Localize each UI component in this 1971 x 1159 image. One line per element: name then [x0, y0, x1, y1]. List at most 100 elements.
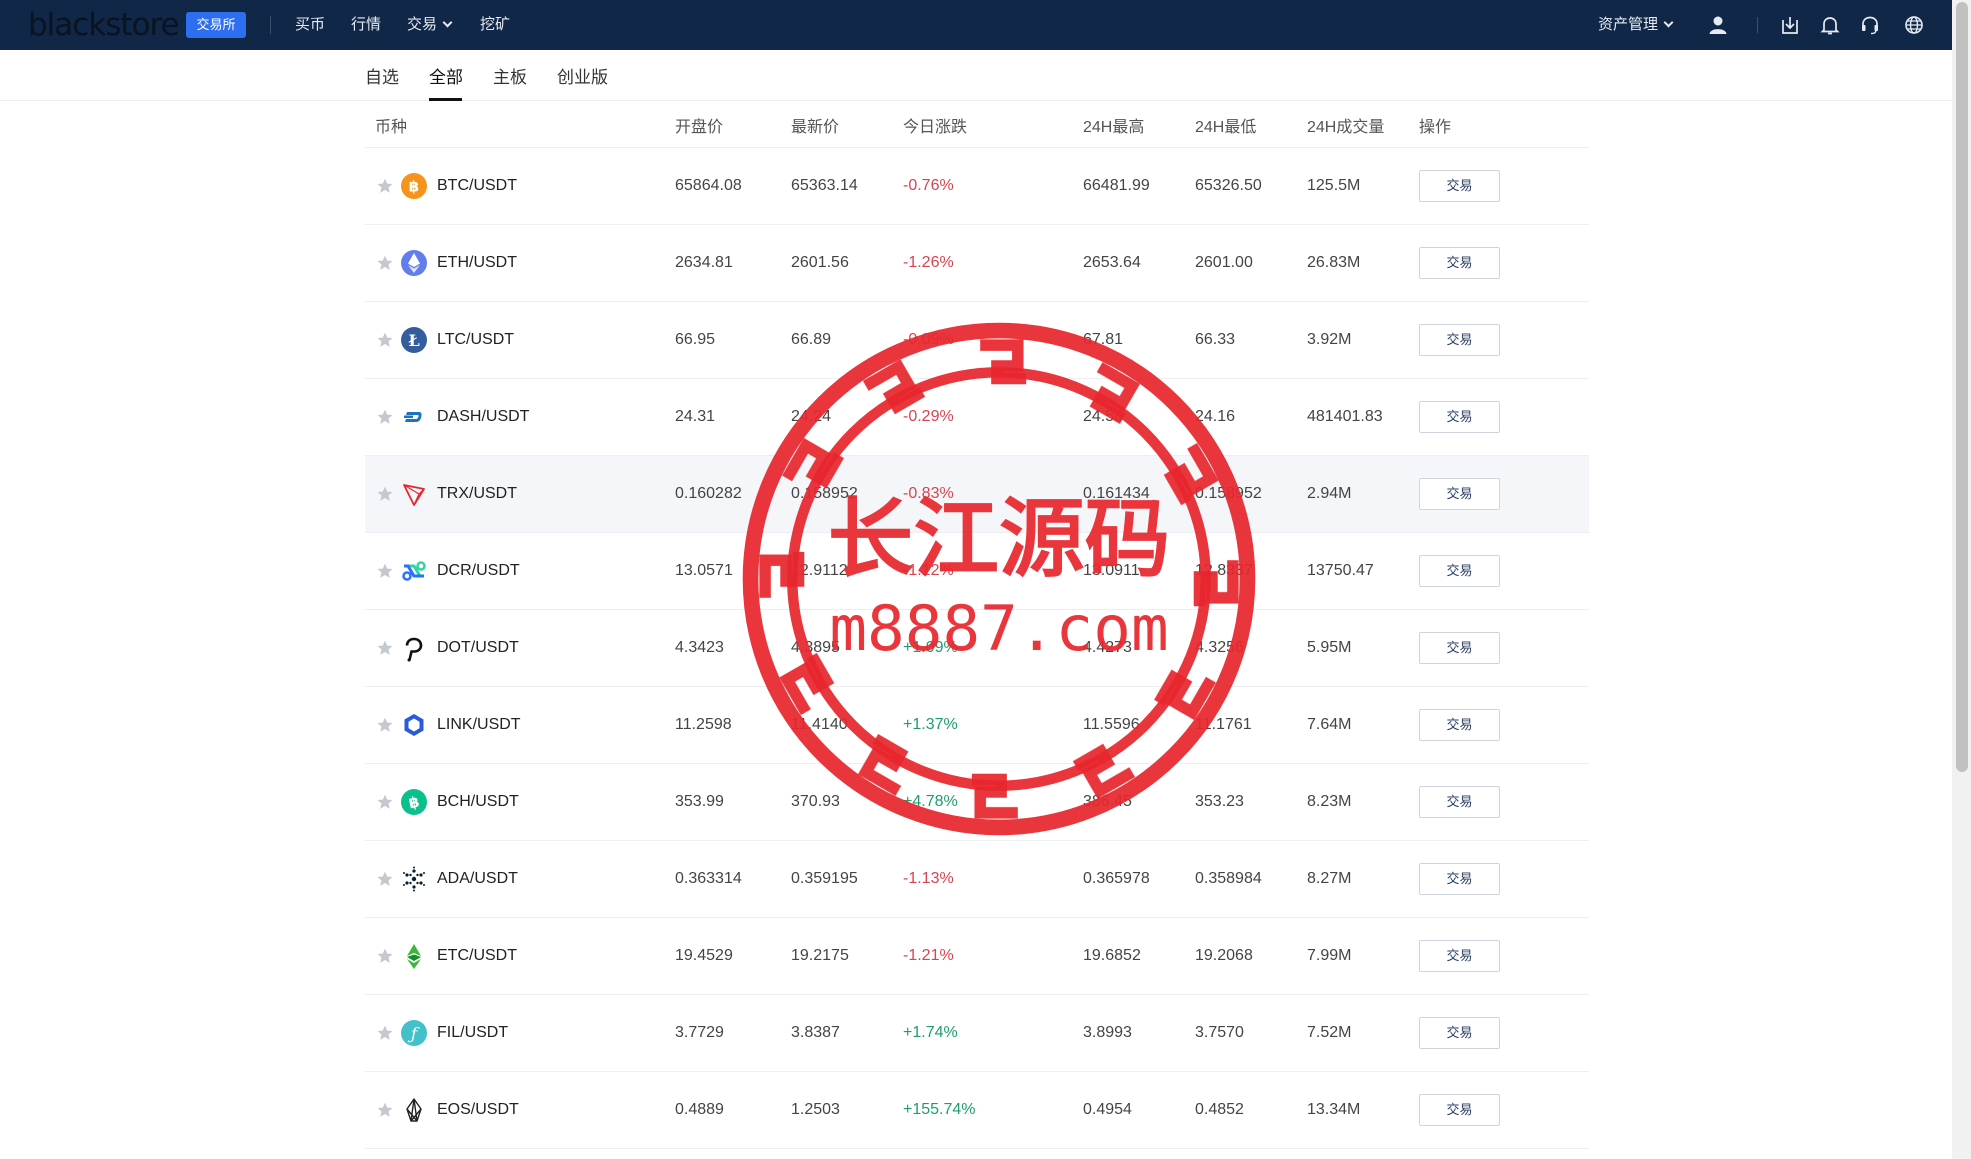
nav-item-mining[interactable]: 挖矿: [480, 0, 510, 50]
trade-button[interactable]: 交易: [1419, 401, 1500, 433]
star-icon[interactable]: [376, 1101, 394, 1119]
cell-pair[interactable]: FIL/USDT: [437, 995, 508, 1071]
star-icon[interactable]: [376, 177, 394, 195]
cell-pair[interactable]: EOS/USDT: [437, 1072, 519, 1148]
headset-icon[interactable]: [1859, 14, 1881, 36]
table-row[interactable]: Ł LTC/USDT 66.95 66.89 -0.09% 67.81 66.33 3.92M…: [365, 302, 1589, 379]
ltc-icon: Ł: [401, 327, 427, 353]
table-row[interactable]: ฿ BCH/USDT 353.99 370.93 +4.78% 386.45 353.23 8…: [365, 764, 1589, 841]
logo[interactable]: blackstore: [28, 7, 180, 43]
table-row[interactable]: ADA/USDT 0.363314 0.359195 -1.13% 0.365978 0.…: [365, 841, 1589, 918]
cell-pair[interactable]: LTC/USDT: [437, 302, 514, 378]
link-icon: [404, 714, 424, 736]
trade-button[interactable]: 交易: [1419, 324, 1500, 356]
cell-open-price: 66.95: [675, 331, 716, 348]
trade-button[interactable]: 交易: [1419, 478, 1500, 510]
star-icon[interactable]: [376, 331, 394, 349]
cell-pair[interactable]: TRX/USDT: [437, 456, 517, 532]
cell-change: -1.26%: [903, 254, 954, 271]
cell-last-price: 1.2503: [791, 1101, 840, 1118]
cell-24h-volume: 5.95M: [1307, 639, 1352, 656]
tab-all[interactable]: 全部: [429, 63, 463, 88]
cell-pair[interactable]: DOT/USDT: [437, 610, 519, 686]
download-icon[interactable]: [1779, 14, 1801, 36]
market-subtabs: 自选 全部 主板 创业版: [0, 50, 1952, 101]
cell-last-price: 0.359195: [791, 870, 858, 887]
nav-item-label: 买币: [295, 16, 326, 33]
table-row[interactable]: ƒ FIL/USDT 3.7729 3.8387 +1.74% 3.8993 3.7570 7…: [365, 995, 1589, 1072]
nav-item-markets[interactable]: 行情: [351, 0, 381, 50]
nav-item-label: 行情: [351, 16, 382, 33]
globe-icon[interactable]: [1903, 14, 1925, 36]
cell-pair[interactable]: BCH/USDT: [437, 764, 519, 840]
trade-button[interactable]: 交易: [1419, 1017, 1500, 1049]
star-icon[interactable]: [376, 485, 394, 503]
cell-change: +4.78%: [903, 793, 958, 810]
star-icon[interactable]: [376, 639, 394, 657]
tab-growth-board[interactable]: 创业版: [557, 63, 608, 88]
trade-button[interactable]: 交易: [1419, 247, 1500, 279]
cell-24h-low: 3.7570: [1195, 1024, 1244, 1041]
cell-pair[interactable]: DCR/USDT: [437, 533, 520, 609]
tab-favorites[interactable]: 自选: [365, 63, 399, 88]
table-row[interactable]: ETC/USDT 19.4529 19.2175 -1.21% 19.6852 19.20…: [365, 918, 1589, 995]
bell-icon[interactable]: [1819, 14, 1841, 36]
cell-change: -0.29%: [903, 408, 954, 425]
star-icon[interactable]: [376, 562, 394, 580]
trade-button[interactable]: 交易: [1419, 940, 1500, 972]
column-header-low: 24H最低: [1195, 119, 1257, 136]
cell-24h-low: 24.16: [1195, 408, 1236, 425]
cell-pair[interactable]: LINK/USDT: [437, 687, 521, 763]
trade-button[interactable]: 交易: [1419, 1094, 1500, 1126]
cell-24h-volume: 13.34M: [1307, 1101, 1361, 1118]
table-row[interactable]: ETH/USDT 2634.81 2601.56 -1.26% 2653.64 2601.…: [365, 225, 1589, 302]
chevron-down-icon: [1663, 17, 1674, 28]
table-row[interactable]: LINK/USDT 11.2598 11.4140 +1.37% 11.5596 11.1…: [365, 687, 1589, 764]
table-row[interactable]: TRX/USDT 0.160282 0.158952 -0.83% 0.161434 0.…: [365, 456, 1589, 533]
table-header: 币种 开盘价 最新价 今日涨跌 24H最高 24H最低 24H成交量 操作: [365, 101, 1589, 148]
star-icon[interactable]: [376, 1024, 394, 1042]
asset-management-menu[interactable]: 资产管理: [1598, 0, 1674, 50]
cell-last-price: 65363.14: [791, 177, 858, 194]
tab-main-board[interactable]: 主板: [493, 63, 527, 88]
trade-button[interactable]: 交易: [1419, 709, 1500, 741]
cell-pair[interactable]: BTC/USDT: [437, 148, 517, 224]
user-icon[interactable]: [1707, 14, 1729, 36]
star-icon[interactable]: [376, 947, 394, 965]
trade-button[interactable]: 交易: [1419, 170, 1500, 202]
scrollbar-thumb[interactable]: [1956, 2, 1968, 772]
cell-pair[interactable]: ETC/USDT: [437, 918, 517, 994]
cell-24h-volume: 26.83M: [1307, 254, 1361, 271]
table-row[interactable]: DOT/USDT 4.3423 4.3895 +1.09% 4.4273 4.3256 5.…: [365, 610, 1589, 687]
cell-24h-high: 0.4954: [1083, 1101, 1132, 1118]
cell-last-price: 12.9112: [791, 562, 848, 579]
star-icon[interactable]: [376, 793, 394, 811]
cell-24h-high: 24.58: [1083, 408, 1124, 425]
cell-change: +1.37%: [903, 716, 958, 733]
cell-change: -1.12%: [903, 562, 954, 579]
trade-button[interactable]: 交易: [1419, 863, 1500, 895]
cell-pair[interactable]: DASH/USDT: [437, 379, 529, 455]
table-row[interactable]: EOS/USDT 0.4889 1.2503 +155.74% 0.4954 0.4852…: [365, 1072, 1589, 1149]
table-row[interactable]: DASH/USDT 24.31 24.24 -0.29% 24.58 24.16 48140…: [365, 379, 1589, 456]
cell-open-price: 65864.08: [675, 177, 742, 194]
asset-management-label: 资产管理: [1598, 16, 1659, 33]
star-icon[interactable]: [376, 254, 394, 272]
cell-24h-low: 4.3256: [1195, 639, 1244, 656]
star-icon[interactable]: [376, 716, 394, 734]
trade-button[interactable]: 交易: [1419, 786, 1500, 818]
table-row[interactable]: DCR/USDT 13.0571 12.9112 -1.12% 13.0911 12.83…: [365, 533, 1589, 610]
cell-24h-high: 4.4273: [1083, 639, 1132, 656]
nav-item-buy-crypto[interactable]: 买币: [295, 0, 325, 50]
nav-item-trade[interactable]: 交易: [407, 0, 453, 50]
star-icon[interactable]: [376, 870, 394, 888]
trade-button[interactable]: 交易: [1419, 555, 1500, 587]
cell-last-price: 4.3895: [791, 639, 840, 656]
exchange-badge[interactable]: 交易所: [186, 12, 246, 38]
cell-pair[interactable]: ETH/USDT: [437, 225, 517, 301]
star-icon[interactable]: [376, 408, 394, 426]
trade-button[interactable]: 交易: [1419, 632, 1500, 664]
cell-pair[interactable]: ADA/USDT: [437, 841, 518, 917]
table-row[interactable]: ฿ BTC/USDT 65864.08 65363.14 -0.76% 66481.99 6…: [365, 148, 1589, 225]
cell-last-price: 66.89: [791, 331, 832, 348]
